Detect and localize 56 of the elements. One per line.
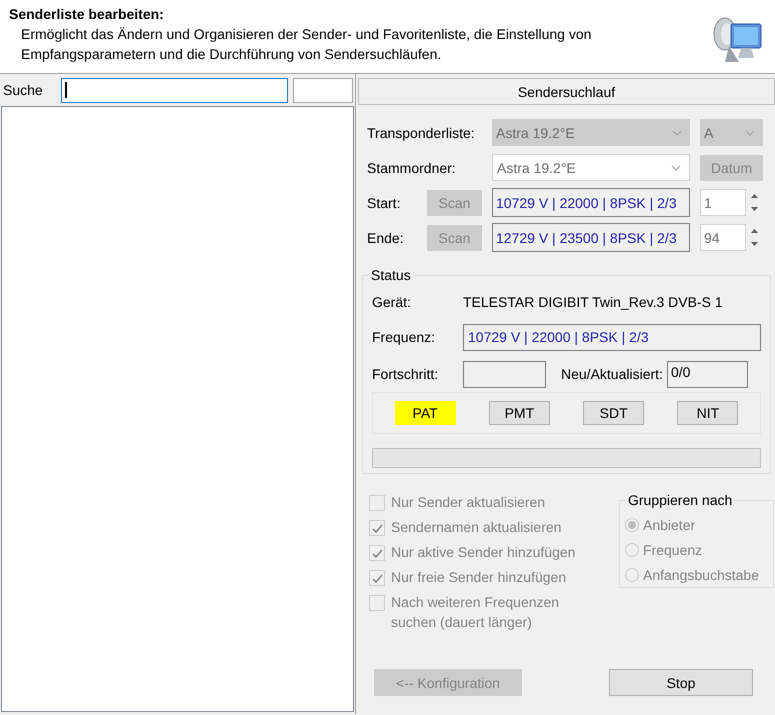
table-button[interactable]: NIT xyxy=(677,401,738,425)
dropdown-caret-icon xyxy=(672,130,682,136)
checkbox-label[interactable]: Sendernamen aktualisieren xyxy=(391,517,562,537)
field-label: Frequenz: xyxy=(372,329,436,345)
radio-button[interactable] xyxy=(625,568,639,582)
date-button[interactable]: Datum xyxy=(700,154,763,180)
header-title: Senderliste bearbeiten: xyxy=(9,6,165,22)
field-label: Stammordner: xyxy=(367,160,457,176)
scan-tab[interactable]: Sendersuchlauf xyxy=(358,78,775,105)
checkbox[interactable] xyxy=(369,545,385,561)
transponder-dropdown[interactable]: Astra 19.2°E xyxy=(492,119,690,146)
radio-button[interactable] xyxy=(625,518,639,532)
frequency-field: 10729 V | 22000 | 8PSK | 2/3 xyxy=(463,324,761,350)
number-field[interactable]: 94 xyxy=(700,224,746,251)
scan-button[interactable]: Scan xyxy=(427,224,482,250)
transponder-field[interactable]: 10729 V | 22000 | 8PSK | 2/3 xyxy=(492,188,690,217)
checkbox-label[interactable]: Nur aktive Sender hinzufügen xyxy=(391,542,576,562)
count-field: 0/0 xyxy=(666,360,748,388)
checkbox-label[interactable]: Nach weiteren Frequenzen suchen (dauert länger) xyxy=(391,592,607,632)
table-button[interactable]: PAT xyxy=(394,401,456,425)
checkmark-icon xyxy=(372,524,382,532)
field-label: Neu/Aktualisiert: xyxy=(561,366,663,382)
transponder-field[interactable]: 12729 V | 23500 | 8PSK | 2/3 xyxy=(492,223,690,252)
group-title: Gruppieren nach xyxy=(626,492,734,508)
scan-button[interactable]: Scan xyxy=(427,190,482,216)
stop-button[interactable]: Stop xyxy=(609,669,753,696)
number-field[interactable]: 1 xyxy=(700,189,746,216)
field-label: Gerät: xyxy=(372,294,412,310)
field-label: Transponderliste: xyxy=(367,124,476,140)
checkmark-icon xyxy=(372,574,382,582)
search-label: Suche xyxy=(3,82,44,98)
radio-label[interactable]: Anfangsbuchstabe xyxy=(643,567,759,583)
checkmark-icon xyxy=(372,548,382,558)
checkbox[interactable] xyxy=(369,570,385,586)
dropdown-caret-icon xyxy=(745,130,755,136)
header-description: Ermöglicht das Ändern und Organisieren der Sender- und Favoritenliste, die Einstellung von Empfangsparametern und die Durchführung von Sendersuchläufen. xyxy=(21,25,592,64)
radio-button[interactable] xyxy=(625,543,639,557)
radio-label[interactable]: Frequenz xyxy=(643,542,702,558)
field-label: Start: xyxy=(367,194,402,210)
checkbox[interactable] xyxy=(369,595,385,611)
filter-field[interactable] xyxy=(293,78,353,102)
radio-label[interactable]: Anbieter xyxy=(643,517,696,533)
device-name: TELESTAR DIGIBIT Twin_Rev.3 DVB-S 1 xyxy=(463,294,723,310)
table-button[interactable]: PMT xyxy=(488,401,550,425)
search-field[interactable] xyxy=(61,78,288,102)
field-label: Ende: xyxy=(367,230,405,246)
dropdown-caret-icon xyxy=(671,164,681,170)
group-title: Status xyxy=(369,267,413,283)
field-label: Fortschritt: xyxy=(372,366,440,382)
checkbox-label[interactable]: Nur freie Sender hinzufügen xyxy=(391,567,566,587)
band-dropdown[interactable]: A xyxy=(700,119,763,146)
checkbox[interactable] xyxy=(369,520,385,536)
checkbox-label[interactable]: Nur Sender aktualisieren xyxy=(391,492,546,512)
table-button[interactable]: SDT xyxy=(583,401,644,425)
checkbox[interactable] xyxy=(369,495,385,511)
folder-dropdown[interactable]: Astra 19.2°E xyxy=(492,154,690,181)
